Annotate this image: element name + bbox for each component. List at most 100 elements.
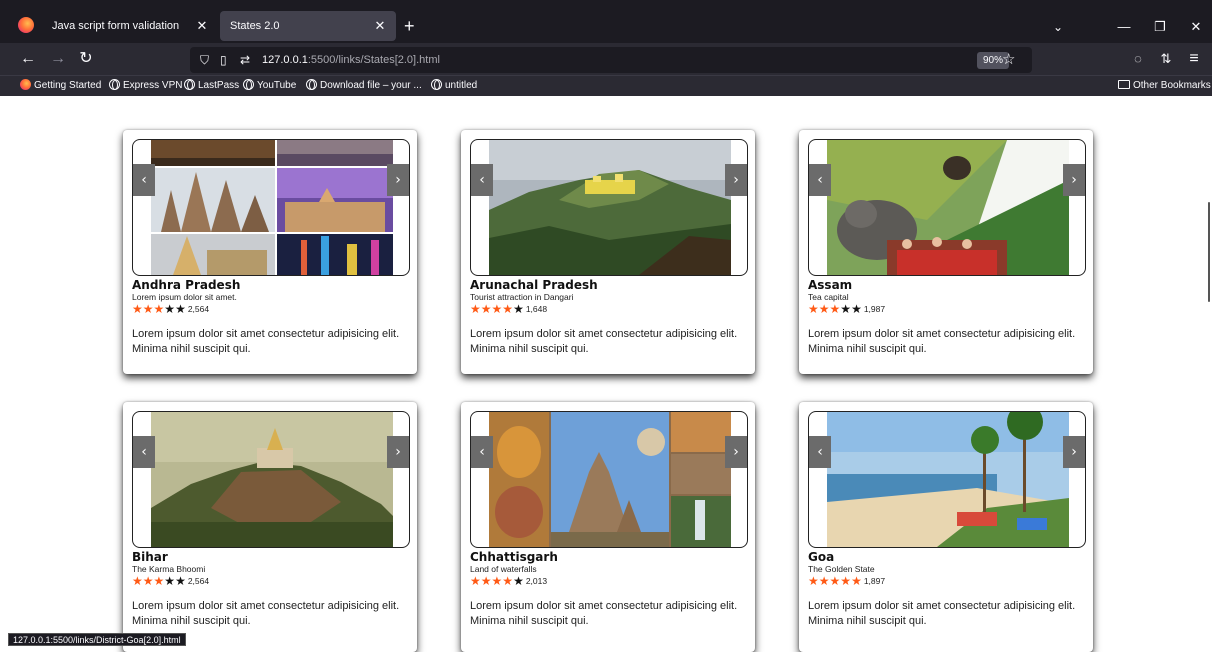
card-description: Lorem ipsum dolor sit amet consectetur a… — [808, 600, 1076, 627]
page-scrollbar[interactable] — [1208, 202, 1210, 302]
rating-count: 1,987 — [863, 304, 886, 314]
star-rating: ★★★★★ 2,564 — [132, 302, 209, 316]
tab-states-2-0[interactable]: States 2.0 ✕ — [220, 11, 396, 41]
star-icon: ★ — [164, 574, 176, 588]
star-icon: ★ — [480, 302, 492, 316]
list-all-tabs-icon[interactable]: ⌄ — [1053, 12, 1063, 42]
bookmark-getting-started[interactable]: Getting Started — [20, 79, 101, 93]
pocket-icon[interactable]: ◌ — [1128, 49, 1148, 69]
state-card-bihar[interactable]: ‹ › Bihar The Karma Bhoomi ★★★★★ 2,564 Lo… — [123, 402, 417, 652]
card-title: Goa — [808, 550, 835, 564]
globe-icon — [431, 79, 442, 90]
globe-icon — [109, 79, 120, 90]
address-bar[interactable]: ⛉ ▯ ⇄ 127.0.0.1:5500/links/States[2.0].h… — [190, 47, 1032, 73]
bookmark-youtube[interactable]: YouTube — [243, 79, 296, 93]
rating-count: 1,648 — [525, 304, 548, 314]
card-description: Lorem ipsum dolor sit amet consectetur a… — [470, 328, 738, 355]
bookmark-express-vpn[interactable]: Express VPN — [109, 79, 182, 93]
star-icon: ★ — [153, 574, 165, 588]
star-icon: ★ — [470, 302, 481, 316]
state-card-assam[interactable]: ‹ › Assam Tea capital ★★★★★ 1,987 Lorem i… — [799, 130, 1093, 374]
page-info-icon[interactable]: ▯ — [220, 51, 227, 69]
arunachal-mountain-image — [489, 140, 731, 275]
star-icon: ★ — [132, 574, 143, 588]
carousel-next-button[interactable]: › — [725, 436, 747, 468]
star-icon: ★ — [840, 302, 852, 316]
goa-beach-image — [827, 412, 1069, 547]
bookmark-download-file[interactable]: Download file – your ... — [306, 79, 422, 93]
url-text[interactable]: 127.0.0.1:5500/links/States[2.0].html — [262, 51, 440, 69]
bookmark-label: Getting Started — [34, 80, 102, 91]
reload-button[interactable]: ↻ — [76, 49, 96, 69]
card-title: Andhra Pradesh — [132, 278, 241, 292]
state-card-arunachal-pradesh[interactable]: ‹ › Arunachal Pradesh Tourist attraction… — [461, 130, 755, 374]
firefox-logo-icon[interactable] — [18, 17, 34, 33]
andhra-collage-image — [151, 140, 393, 275]
star-icon: ★ — [491, 302, 503, 316]
card-photo — [151, 412, 393, 547]
carousel-prev-button[interactable]: ‹ — [471, 164, 493, 196]
card-subtitle: Lorem ipsum dolor sit amet. — [132, 292, 237, 302]
carousel-prev-button[interactable]: ‹ — [809, 436, 831, 468]
forward-button[interactable]: → — [48, 49, 68, 69]
new-tab-button[interactable]: + — [404, 11, 415, 41]
shield-icon[interactable]: ⛉ — [200, 51, 209, 69]
card-photo — [827, 140, 1069, 275]
close-window-button[interactable]: ✕ — [1181, 12, 1211, 42]
bookmark-label: YouTube — [257, 80, 297, 91]
state-card-andhra-pradesh[interactable]: ‹ › Andhra Pradesh Lorem ipsum dolor sit… — [123, 130, 417, 374]
bookmark-untitled[interactable]: untitled — [431, 79, 477, 93]
carousel-next-button[interactable]: › — [387, 436, 409, 468]
permissions-icon[interactable]: ⇄ — [240, 51, 250, 69]
star-icon: ★ — [480, 574, 492, 588]
extensions-icon[interactable]: ⇅ — [1156, 49, 1176, 69]
bookmarks-toolbar: Getting Started Express VPN LastPass You… — [0, 75, 1212, 96]
state-card-goa[interactable]: ‹ › Goa The Golden State ★★★★★ 1,897 Lore… — [799, 402, 1093, 652]
card-description: Lorem ipsum dolor sit amet consectetur a… — [808, 328, 1076, 355]
carousel-next-button[interactable]: › — [1063, 164, 1085, 196]
card-photo — [827, 412, 1069, 547]
card-description: Lorem ipsum dolor sit amet consectetur a… — [132, 328, 400, 355]
state-card-chhattisgarh[interactable]: ‹ › Chhattisgarh Land of waterfalls ★★★★… — [461, 402, 755, 652]
star-icon: ★ — [808, 302, 819, 316]
bookmark-lastpass[interactable]: LastPass — [184, 79, 239, 93]
carousel-prev-button[interactable]: ‹ — [133, 164, 155, 196]
card-photo — [151, 140, 393, 275]
other-bookmarks[interactable]: Other Bookmarks — [1118, 79, 1211, 93]
tab-close-icon[interactable]: ✕ — [194, 11, 210, 41]
star-icon: ★ — [470, 574, 481, 588]
bookmark-label: untitled — [445, 80, 478, 91]
star-icon: ★ — [153, 302, 165, 316]
tab-java-script-form-validation[interactable]: Java script form validation ✕ — [42, 11, 218, 41]
restore-button[interactable]: ❐ — [1145, 12, 1175, 42]
bookmark-star-icon[interactable]: ☆ — [1002, 50, 1015, 70]
star-icon: ★ — [840, 574, 852, 588]
carousel-prev-button[interactable]: ‹ — [471, 436, 493, 468]
back-button[interactable]: ← — [18, 49, 38, 69]
star-icon: ★ — [829, 302, 841, 316]
card-title: Bihar — [132, 550, 168, 564]
carousel-next-button[interactable]: › — [1063, 436, 1085, 468]
card-subtitle: Land of waterfalls — [470, 564, 537, 574]
image-carousel: ‹ › — [470, 411, 748, 548]
star-icon: ★ — [851, 574, 862, 588]
card-title: Chhattisgarh — [470, 550, 558, 564]
minimize-button[interactable]: — — [1109, 12, 1139, 42]
card-title: Assam — [808, 278, 853, 292]
star-icon: ★ — [164, 302, 176, 316]
star-rating: ★★★★★ 1,987 — [808, 302, 885, 316]
carousel-next-button[interactable]: › — [387, 164, 409, 196]
folder-icon — [1118, 80, 1130, 89]
carousel-prev-button[interactable]: ‹ — [133, 436, 155, 468]
star-icon: ★ — [851, 302, 862, 316]
tab-close-icon[interactable]: ✕ — [372, 11, 388, 41]
navigation-toolbar: ← → ↻ ⛉ ▯ ⇄ 127.0.0.1:5500/links/States[… — [0, 43, 1212, 75]
bookmark-label: Download file – your ... — [320, 80, 422, 91]
carousel-prev-button[interactable]: ‹ — [809, 164, 831, 196]
image-carousel: ‹ › — [132, 411, 410, 548]
url-path: :5500/links/States[2.0].html — [307, 54, 440, 66]
star-icon: ★ — [142, 302, 154, 316]
menu-icon[interactable]: ≡ — [1184, 49, 1204, 69]
star-icon: ★ — [175, 302, 186, 316]
carousel-next-button[interactable]: › — [725, 164, 747, 196]
